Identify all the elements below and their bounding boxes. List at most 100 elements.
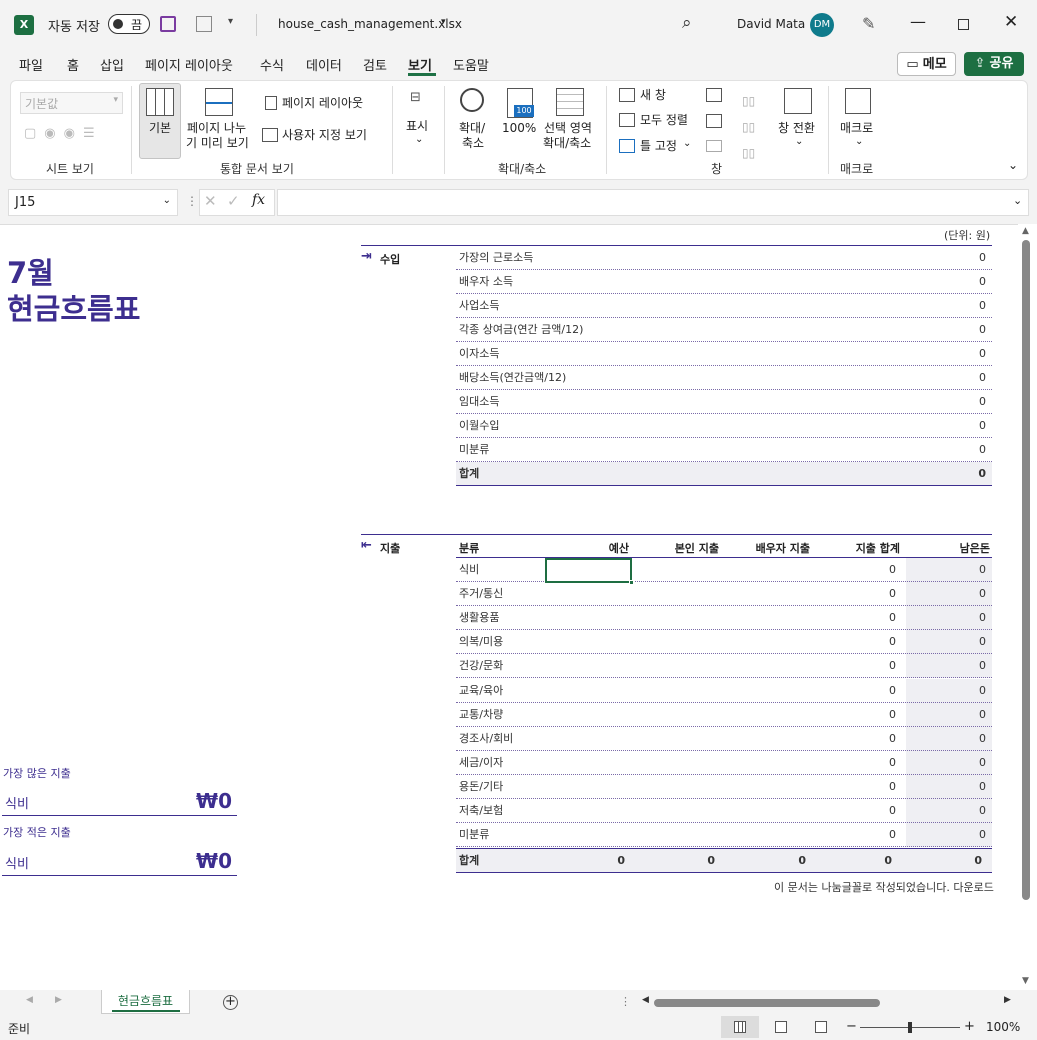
income-row-value: 0 [979, 371, 986, 384]
footer-note[interactable]: 이 문서는 나눔글꼴로 작성되었습니다. 다운로드 [774, 879, 994, 895]
zoom-label-1[interactable]: 확대/ [459, 121, 485, 136]
workbook-views-group-label: 통합 문서 보기 [220, 162, 294, 176]
expense-row-label: 저축/보험 [459, 804, 504, 817]
switch-window-button[interactable]: 창 전환 [778, 121, 815, 136]
horizontal-scrollbar[interactable]: ◀ ▶ [640, 994, 1016, 1010]
search-icon[interactable]: ⌕ [682, 13, 692, 33]
filename-dropdown-icon[interactable]: ▾ [441, 17, 446, 27]
autosave-toggle[interactable]: 끔 [108, 14, 150, 34]
selected-cell[interactable] [545, 558, 632, 583]
zoom-100-button[interactable]: 100% [502, 121, 536, 136]
expense-total-label: 합계 [459, 854, 480, 867]
tab-page-layout[interactable]: 페이지 레이아웃 [145, 55, 233, 74]
ribbon-collapse-icon[interactable]: ⌄ [1008, 158, 1018, 172]
zoom-in-icon[interactable]: + [964, 1019, 975, 1034]
most-spending-category: 식비 [5, 797, 29, 812]
fill-handle[interactable] [629, 580, 634, 585]
formula-expand-icon[interactable]: ⌄ [1013, 194, 1022, 207]
sheet-view-select[interactable]: 기본값 ▾ [20, 92, 123, 114]
header-category: 분류 [459, 542, 480, 555]
macro-chevron-icon[interactable]: ⌄ [855, 136, 863, 147]
zoom-label-2[interactable]: 축소 [462, 136, 484, 151]
arrange-all-button[interactable]: 모두 정렬 [640, 113, 688, 128]
next-sheet-icon[interactable]: ▶ [55, 995, 62, 1005]
autosave-label: 자동 저장 [48, 20, 100, 35]
income-row-value: 0 [979, 299, 986, 312]
page-break-status-icon[interactable] [815, 1021, 827, 1033]
save-icon[interactable] [160, 16, 176, 32]
sheet-divider-handle-icon[interactable]: ⋮ [620, 995, 631, 1008]
name-box[interactable]: J15 ⌄ [8, 189, 178, 216]
show-chevron-icon[interactable]: ⌄ [415, 134, 423, 145]
tab-file[interactable]: 파일 [19, 55, 43, 74]
horizontal-scroll-thumb[interactable] [654, 999, 880, 1007]
close-icon[interactable]: ✕ [1004, 12, 1018, 32]
page-break-icon[interactable] [205, 88, 233, 116]
split-icon[interactable] [706, 88, 722, 102]
income-label: 수입 [380, 253, 401, 266]
confirm-entry-icon[interactable]: ✓ [227, 192, 240, 210]
zoom-slider-thumb[interactable] [908, 1022, 912, 1033]
form-icon[interactable] [196, 16, 212, 32]
zoom-selection-label-1[interactable]: 선택 영역 [544, 121, 592, 136]
scroll-up-icon[interactable]: ▲ [1022, 226, 1029, 236]
zoom-selection-label-2[interactable]: 확대/축소 [543, 136, 591, 151]
scroll-right-icon[interactable]: ▶ [1004, 995, 1011, 1005]
page-layout-button[interactable]: 페이지 레이아웃 [282, 96, 363, 111]
freeze-panes-button[interactable]: 틀 고정 [640, 139, 677, 154]
income-row-label: 임대소득 [459, 395, 500, 408]
switch-window-chevron-icon[interactable]: ⌄ [795, 136, 803, 147]
zoom-slider[interactable] [860, 1022, 960, 1033]
tab-home[interactable]: 홈 [67, 55, 79, 74]
page-break-label-2[interactable]: 기 미리 보기 [186, 136, 249, 151]
page-break-label-1[interactable]: 페이지 나누 [187, 121, 246, 136]
cancel-entry-icon[interactable]: ✕ [204, 192, 217, 210]
show-button[interactable]: 표시 [406, 119, 428, 134]
tab-help[interactable]: 도움말 [453, 55, 489, 74]
sheet-view-group-label: 시트 보기 [46, 162, 94, 176]
tab-review[interactable]: 검토 [363, 55, 387, 74]
expense-row-label: 의복/미용 [459, 635, 504, 648]
more-options-icon[interactable]: ⋮ [186, 194, 198, 208]
freeze-chevron-icon[interactable]: ⌄ [683, 138, 691, 149]
scroll-left-icon[interactable]: ◀ [642, 995, 649, 1005]
filename[interactable]: house_cash_management.xlsx [278, 17, 462, 31]
memo-button[interactable]: ▭ 메모 [897, 52, 956, 76]
tab-formulas[interactable]: 수식 [260, 55, 284, 74]
custom-view-button[interactable]: 사용자 지정 보기 [282, 128, 367, 143]
zoom-level[interactable]: 100% [986, 1020, 1020, 1034]
least-spending-label: 가장 적은 지출 [3, 826, 71, 839]
qat-dropdown-icon[interactable]: ▾ [228, 16, 233, 27]
tab-data[interactable]: 데이터 [306, 55, 342, 74]
income-row-label: 이월수입 [459, 419, 500, 432]
maximize-icon[interactable] [958, 19, 969, 30]
most-spending-label: 가장 많은 지출 [3, 767, 71, 780]
side-by-side-icons: ▯▯ ▯▯ ▯▯ [742, 94, 756, 160]
macro-button[interactable]: 매크로 [840, 121, 873, 136]
formula-input[interactable] [277, 189, 1029, 216]
expense-row-remaining: 0 [979, 804, 986, 817]
prev-sheet-icon[interactable]: ◀ [26, 995, 33, 1005]
zoom-out-icon[interactable]: − [846, 1019, 857, 1034]
tab-insert[interactable]: 삽입 [100, 55, 124, 74]
minimize-icon[interactable]: — [910, 12, 926, 31]
tab-view[interactable]: 보기 [408, 55, 432, 74]
header-my-spending: 본인 지출 [674, 542, 719, 555]
share-button[interactable]: ⇪ 공유 [964, 52, 1024, 76]
hide-icon[interactable] [706, 114, 722, 128]
expense-row-remaining: 0 [979, 732, 986, 745]
new-window-button[interactable]: 새 창 [640, 88, 666, 103]
vertical-scroll-thumb[interactable] [1022, 240, 1030, 900]
expense-row-label: 교통/차량 [459, 708, 504, 721]
vertical-scrollbar[interactable]: ▲ ▼ [1018, 224, 1037, 990]
avatar[interactable]: DM [810, 13, 834, 37]
pen-icon[interactable]: ✎ [862, 14, 875, 33]
expense-row-label: 경조사/회비 [459, 732, 514, 745]
page-layout-status-icon[interactable] [775, 1021, 787, 1033]
insert-function-icon[interactable]: fx [252, 192, 265, 208]
arrange-all-icon [619, 113, 635, 127]
add-sheet-icon[interactable]: + [223, 995, 238, 1010]
sheet-tab-active[interactable]: 현금흐름표 [101, 990, 190, 1014]
user-name[interactable]: David Mata [737, 17, 805, 31]
scroll-down-icon[interactable]: ▼ [1022, 976, 1029, 986]
